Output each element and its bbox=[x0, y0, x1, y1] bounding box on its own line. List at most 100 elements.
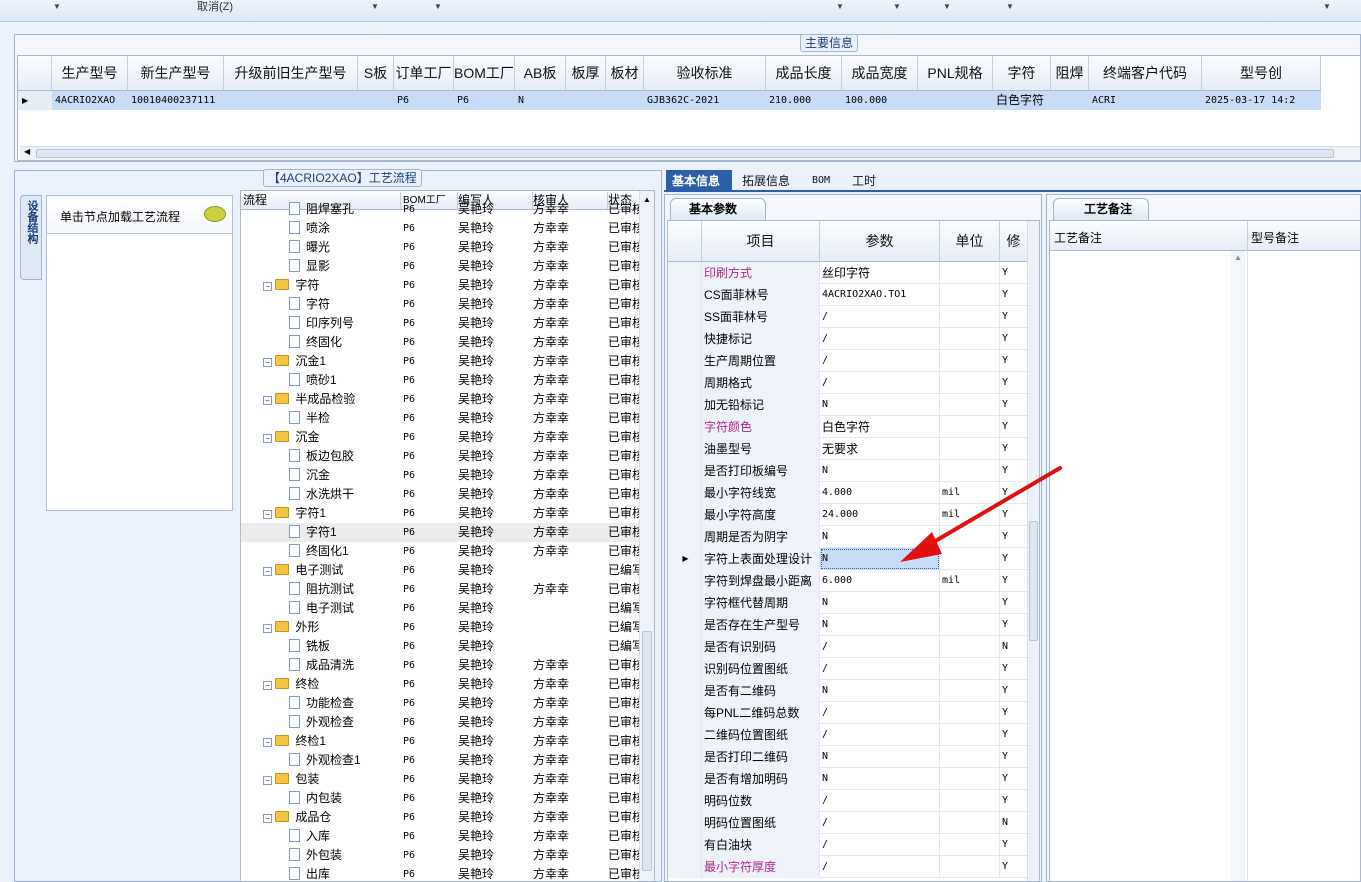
param-value[interactable]: N bbox=[820, 614, 940, 636]
tab-3[interactable]: 工时 bbox=[846, 170, 886, 192]
table-cell[interactable]: 100.000 bbox=[842, 91, 918, 110]
table-cell[interactable]: 210.000 bbox=[766, 91, 842, 110]
tree-row[interactable]: − 终检1 P6 吴艳玲 方幸幸 已审核 bbox=[241, 732, 640, 751]
process-notes-tab[interactable]: 工艺备注 bbox=[1053, 198, 1149, 220]
param-row[interactable]: 是否存在生产型号 N Y bbox=[668, 614, 1028, 636]
dropdown-arrow-icon[interactable]: ▼ bbox=[836, 2, 844, 11]
tree-row[interactable]: 板边包胶 P6 吴艳玲 方幸幸 已审核 bbox=[241, 447, 640, 466]
param-row[interactable]: CS面菲林号 4ACRIO2XAO.TO1 Y bbox=[668, 284, 1028, 306]
note-scrollbar[interactable]: ▲ bbox=[1231, 251, 1245, 881]
tree-row[interactable]: 字符 P6 吴艳玲 方幸幸 已审核 bbox=[241, 295, 640, 314]
tree-row[interactable]: 外观检查1 P6 吴艳玲 方幸幸 已审核 bbox=[241, 751, 640, 770]
param-value[interactable]: 丝印字符 bbox=[820, 262, 940, 284]
collapse-icon[interactable]: − bbox=[263, 681, 272, 690]
tab-0[interactable]: 基本信息 bbox=[666, 170, 732, 192]
table-cell[interactable]: 10010400237111 bbox=[128, 91, 224, 110]
param-value[interactable]: 无要求 bbox=[820, 438, 940, 460]
table-cell[interactable] bbox=[358, 91, 394, 110]
dropdown-arrow-icon[interactable]: ▼ bbox=[1323, 2, 1331, 11]
param-value[interactable]: / bbox=[820, 658, 940, 680]
param-row[interactable]: 加无铅标记 N Y bbox=[668, 394, 1028, 416]
dropdown-arrow-icon[interactable]: ▼ bbox=[434, 2, 442, 11]
collapse-icon[interactable]: − bbox=[263, 776, 272, 785]
tree-row[interactable]: 半检 P6 吴艳玲 方幸幸 已审核 bbox=[241, 409, 640, 428]
tree-row[interactable]: 成品清洗 P6 吴艳玲 方幸幸 已审核 bbox=[241, 656, 640, 675]
param-row[interactable]: 印刷方式 丝印字符 Y bbox=[668, 262, 1028, 284]
basic-params-tab[interactable]: 基本参数 bbox=[670, 198, 766, 220]
column-header[interactable]: 修 bbox=[1000, 221, 1028, 262]
tree-row[interactable]: − 成品仓 P6 吴艳玲 方幸幸 已审核 bbox=[241, 808, 640, 827]
column-header[interactable]: 成品长度 bbox=[766, 56, 842, 91]
tree-row[interactable]: 阻焊塞孔 P6 吴艳玲 方幸幸 已审核 bbox=[241, 200, 640, 219]
tree-row[interactable]: 喷涂 P6 吴艳玲 方幸幸 已审核 bbox=[241, 219, 640, 238]
tree-row[interactable]: − 沉金1 P6 吴艳玲 方幸幸 已审核 bbox=[241, 352, 640, 371]
column-header[interactable]: 生产型号 bbox=[52, 56, 128, 91]
table-cell[interactable]: GJB362C-2021 bbox=[644, 91, 766, 110]
column-header[interactable]: 订单工厂 bbox=[394, 56, 454, 91]
column-header[interactable]: AB板 bbox=[515, 56, 566, 91]
param-row[interactable]: 字符颜色 白色字符 Y bbox=[668, 416, 1028, 438]
param-value[interactable]: / bbox=[820, 834, 940, 856]
horizontal-scrollbar[interactable]: ◀ bbox=[20, 146, 1360, 160]
param-row[interactable]: 是否有二维码 N Y bbox=[668, 680, 1028, 702]
table-cell[interactable] bbox=[224, 91, 358, 110]
param-row[interactable]: 字符到焊盘最小距离 6.000 mil Y bbox=[668, 570, 1028, 592]
dropdown-arrow-icon[interactable]: ▼ bbox=[893, 2, 901, 11]
tree-row[interactable]: − 电子测试 P6 吴艳玲 已编写 bbox=[241, 561, 640, 580]
table-cell[interactable]: 白色字符 bbox=[993, 91, 1051, 110]
param-row[interactable]: 明码位置图纸 / N bbox=[668, 812, 1028, 834]
tree-row[interactable]: 终固化1 P6 吴艳玲 方幸幸 已审核 bbox=[241, 542, 640, 561]
column-header[interactable]: 升级前旧生产型号 bbox=[224, 56, 358, 91]
param-value[interactable]: / bbox=[820, 350, 940, 372]
scrollbar-thumb[interactable] bbox=[642, 631, 652, 871]
collapse-icon[interactable]: − bbox=[263, 434, 272, 443]
table-cell[interactable]: 4ACRIO2XAO bbox=[52, 91, 128, 110]
tree-row[interactable]: 显影 P6 吴艳玲 方幸幸 已审核 bbox=[241, 257, 640, 276]
collapse-icon[interactable]: − bbox=[263, 282, 272, 291]
tree-row[interactable]: 阻抗测试 P6 吴艳玲 方幸幸 已审核 bbox=[241, 580, 640, 599]
param-row[interactable]: 快捷标记 / Y bbox=[668, 328, 1028, 350]
param-value[interactable]: 6.000 bbox=[820, 570, 940, 592]
param-value[interactable]: N bbox=[820, 592, 940, 614]
param-row[interactable]: SS面菲林号 / Y bbox=[668, 306, 1028, 328]
tree-row[interactable]: − 终检 P6 吴艳玲 方幸幸 已审核 bbox=[241, 675, 640, 694]
column-header[interactable]: 阻焊 bbox=[1051, 56, 1089, 91]
table-cell[interactable] bbox=[1051, 91, 1089, 110]
tree-row[interactable]: − 半成品检验 P6 吴艳玲 方幸幸 已审核 bbox=[241, 390, 640, 409]
param-row[interactable]: 明码位数 / Y bbox=[668, 790, 1028, 812]
param-value[interactable]: / bbox=[820, 790, 940, 812]
tree-row[interactable]: 终固化 P6 吴艳玲 方幸幸 已审核 bbox=[241, 333, 640, 352]
collapse-icon[interactable]: − bbox=[263, 358, 272, 367]
scroll-up-icon[interactable]: ▲ bbox=[643, 195, 651, 204]
tree-row[interactable]: − 包装 P6 吴艳玲 方幸幸 已审核 bbox=[241, 770, 640, 789]
tree-row[interactable]: − 字符1 P6 吴艳玲 方幸幸 已审核 bbox=[241, 504, 640, 523]
tree-row[interactable]: 喷砂1 P6 吴艳玲 方幸幸 已审核 bbox=[241, 371, 640, 390]
table-cell[interactable] bbox=[606, 91, 644, 110]
tree-row[interactable]: 电子测试 P6 吴艳玲 已编写 bbox=[241, 599, 640, 618]
tab-2[interactable]: BOM bbox=[806, 170, 842, 192]
table-cell[interactable]: P6 bbox=[394, 91, 454, 110]
column-header[interactable]: 成品宽度 bbox=[842, 56, 918, 91]
tree-row[interactable]: 功能检查 P6 吴艳玲 方幸幸 已审核 bbox=[241, 694, 640, 713]
scrollbar-thumb[interactable] bbox=[36, 149, 1334, 158]
table-cell[interactable] bbox=[566, 91, 606, 110]
tree-row[interactable]: 入库 P6 吴艳玲 方幸幸 已审核 bbox=[241, 827, 640, 846]
tree-row[interactable]: 出库 P6 吴艳玲 方幸幸 已审核 bbox=[241, 865, 640, 881]
dropdown-arrow-icon[interactable]: ▼ bbox=[53, 2, 61, 11]
column-header[interactable]: 新生产型号 bbox=[128, 56, 224, 91]
tree-row[interactable]: 铣板 P6 吴艳玲 已编写 bbox=[241, 637, 640, 656]
table-cell[interactable]: 2025-03-17 14:2 bbox=[1202, 91, 1321, 110]
tree-row[interactable]: 曝光 P6 吴艳玲 方幸幸 已审核 bbox=[241, 238, 640, 257]
param-row[interactable]: 最小字符厚度 / Y bbox=[668, 856, 1028, 878]
column-header[interactable]: 验收标准 bbox=[644, 56, 766, 91]
param-row[interactable]: 有白油块 / Y bbox=[668, 834, 1028, 856]
collapse-icon[interactable]: − bbox=[263, 567, 272, 576]
collapse-icon[interactable]: − bbox=[263, 814, 272, 823]
column-header[interactable]: 单位 bbox=[940, 221, 1000, 262]
param-value[interactable]: / bbox=[820, 328, 940, 350]
param-row[interactable]: 二维码位置图纸 / Y bbox=[668, 724, 1028, 746]
param-row[interactable]: 是否打印二维码 N Y bbox=[668, 746, 1028, 768]
dropdown-arrow-icon[interactable]: ▼ bbox=[1006, 2, 1014, 11]
tree-row[interactable]: 外观检查 P6 吴艳玲 方幸幸 已审核 bbox=[241, 713, 640, 732]
collapse-icon[interactable]: − bbox=[263, 396, 272, 405]
